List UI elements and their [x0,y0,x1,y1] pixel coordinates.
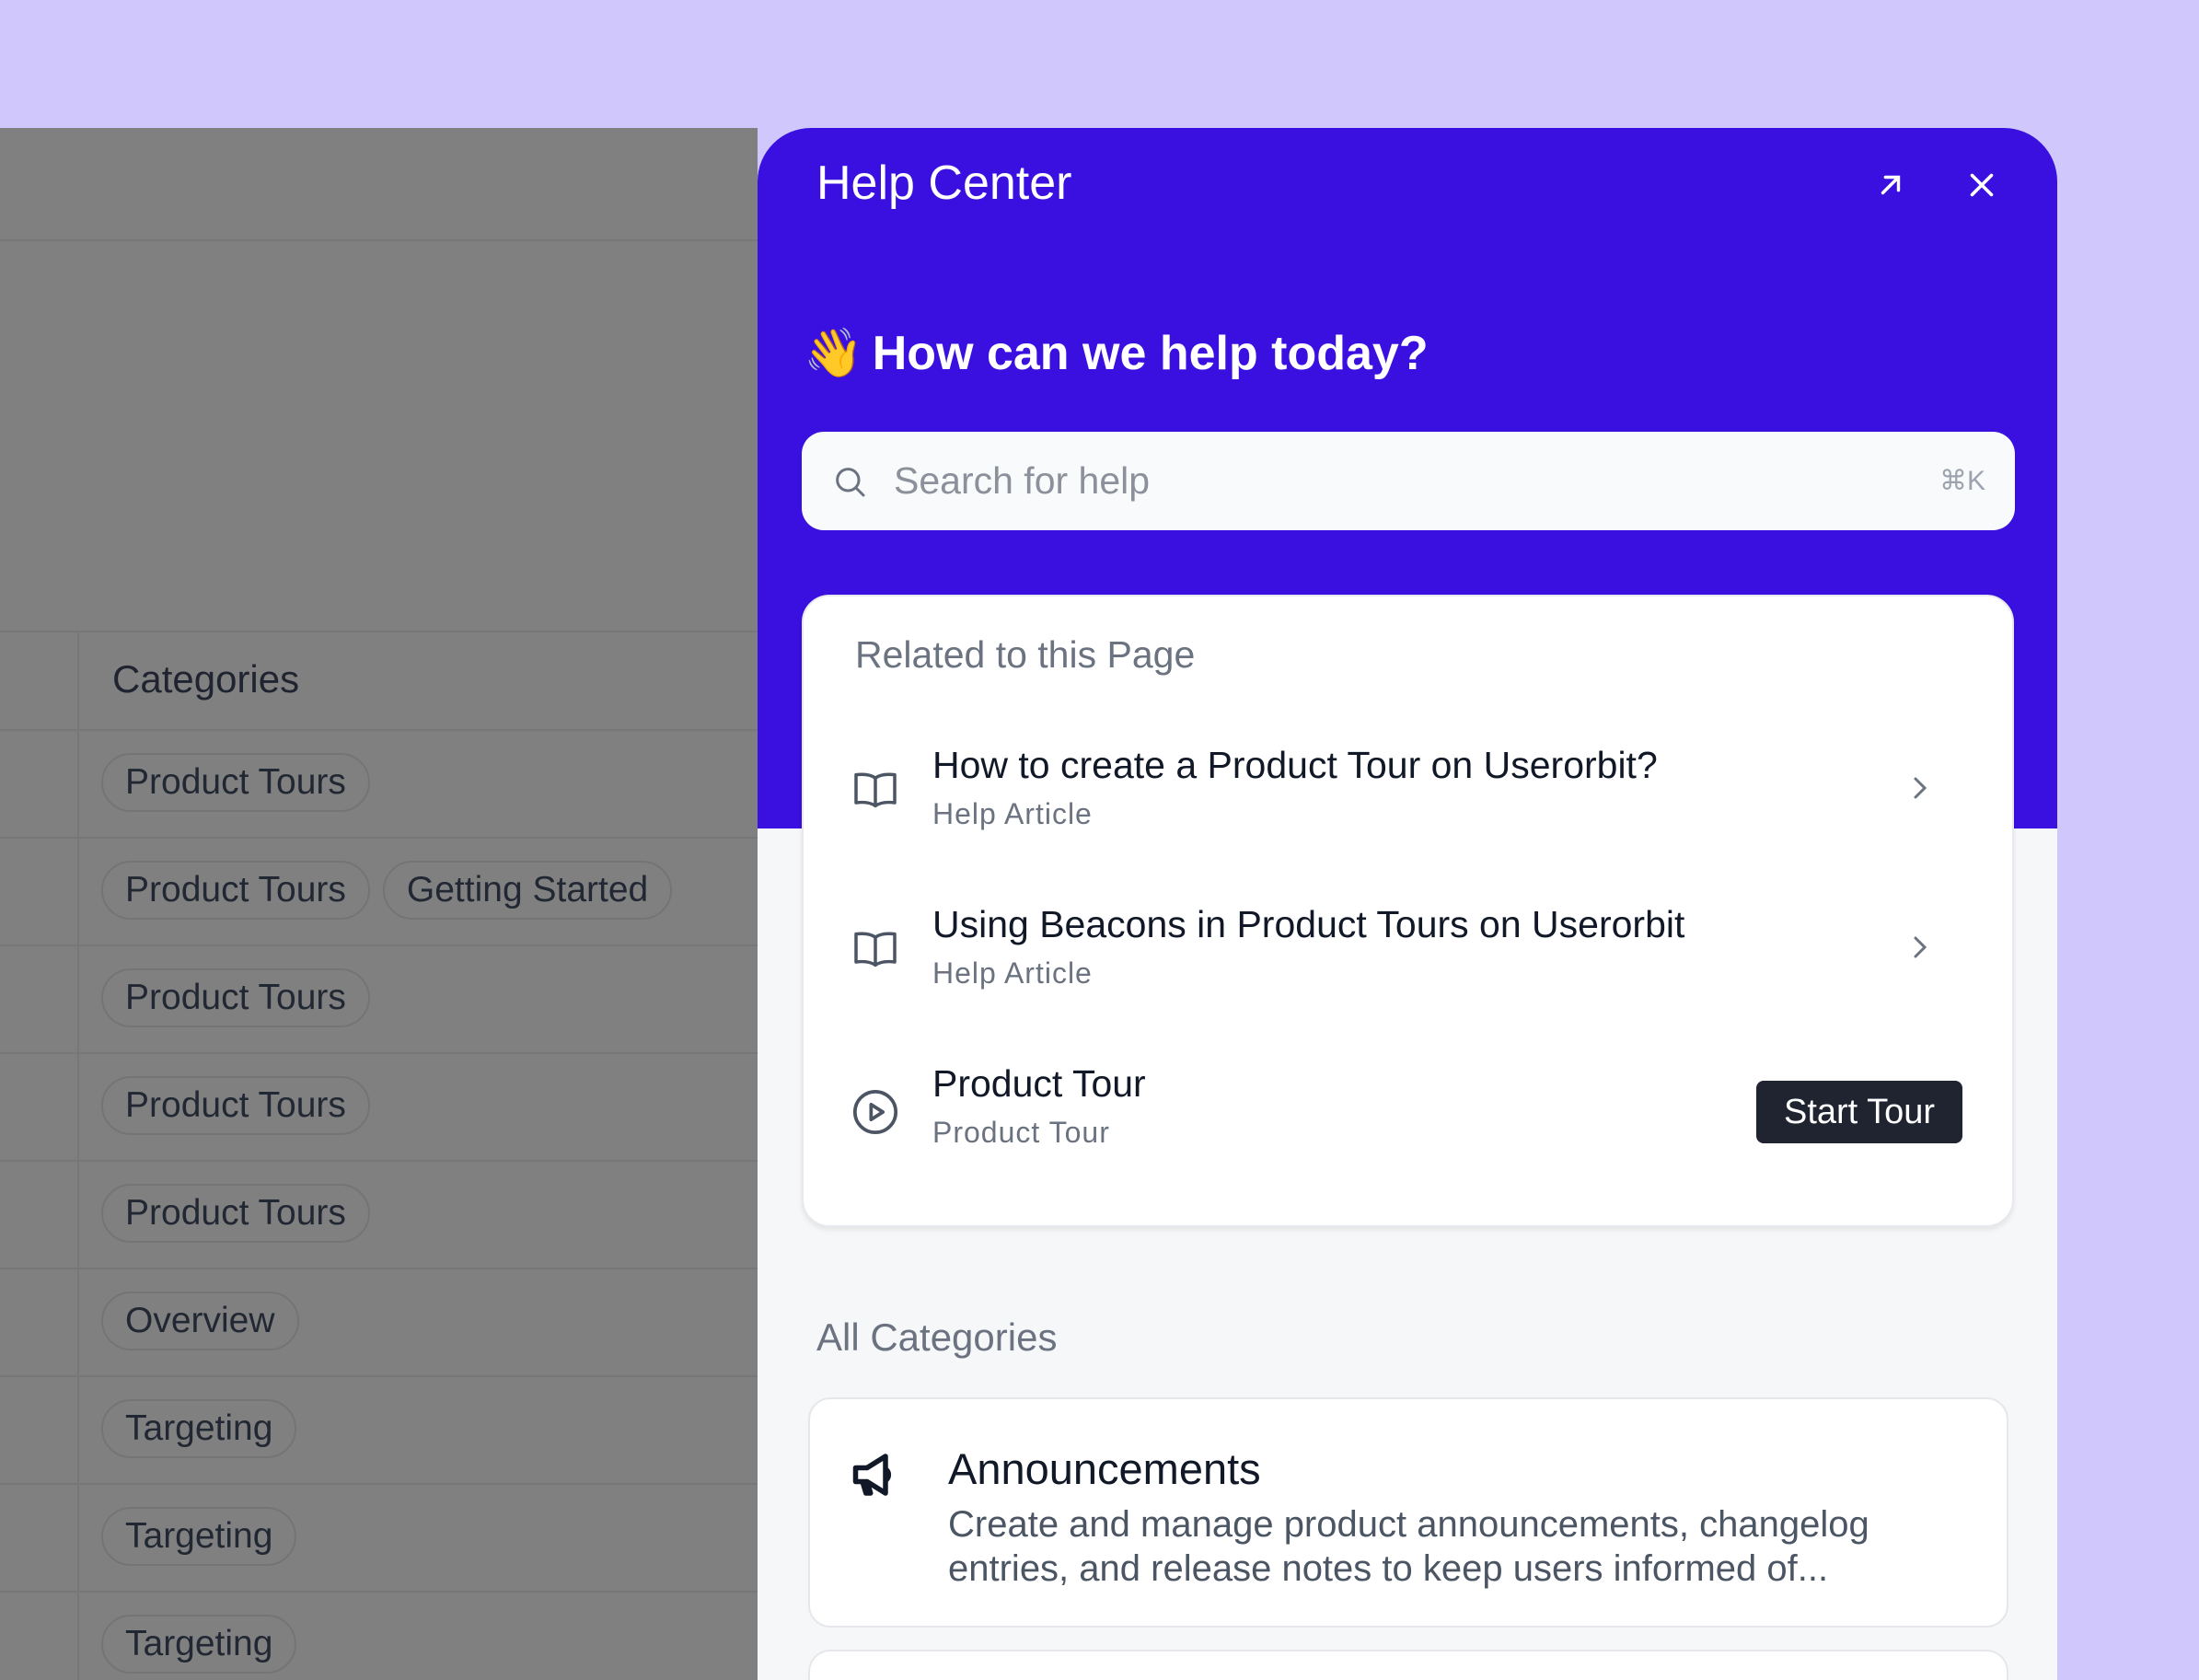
category-tag: Getting Started [383,861,672,920]
table-row: Product Tours [101,968,370,1027]
category-tag: Product Tours [101,861,370,920]
related-item: Product Tour Product Tour Start Tour [850,1062,1966,1182]
table-row: Targeting [101,1615,296,1674]
shortcut-hint: ⌘K [1939,465,1985,497]
chevron-right-icon [1902,929,1939,966]
divider [77,631,79,1680]
table-row: Targeting [101,1399,296,1458]
category-card[interactable] [808,1650,2008,1680]
column-header-categories: Categories [112,657,299,701]
table-row: Product Tours [101,1076,370,1135]
close-button[interactable] [1956,159,2008,211]
item-subtitle: Product Tour [932,1116,1110,1150]
category-tag: Product Tours [101,968,370,1027]
category-tag: Product Tours [101,1076,370,1135]
row-divider [0,837,758,839]
category-description: Create and manage product announcements,… [948,1502,1970,1591]
table-row: Overview [101,1292,299,1350]
item-title: Using Beacons in Product Tours on Useror… [932,903,1684,946]
search-icon [831,463,868,500]
play-circle-icon [850,1086,901,1138]
item-subtitle: Help Article [932,956,1093,991]
category-tag: Product Tours [101,753,370,812]
row-divider [0,1160,758,1162]
row-divider [0,1268,758,1269]
table-row: Targeting [101,1507,296,1566]
item-title: Product Tour [932,1062,1146,1106]
help-center-panel: Help Center 👋 How can we help today? ⌘K … [758,128,2057,1680]
related-item[interactable]: How to create a Product Tour on Userorbi… [850,744,1966,863]
row-divider [0,1375,758,1377]
book-icon [850,923,901,975]
greeting: 👋 How can we help today? [804,325,1429,381]
table-row: Product ToursGetting Started [101,861,672,920]
start-tour-button[interactable]: Start Tour [1756,1081,1962,1143]
row-divider [0,729,758,731]
background-app: Categories Product ToursProduct ToursGet… [0,128,758,1680]
related-title: Related to this Page [855,633,1195,677]
search-input[interactable] [894,459,1939,503]
book-icon [850,764,901,816]
megaphone-icon [849,1447,904,1502]
category-tag: Targeting [101,1507,296,1566]
table-row: Product Tours [101,1184,370,1243]
related-item[interactable]: Using Beacons in Product Tours on Useror… [850,903,1966,1023]
wave-icon: 👋 [804,325,863,381]
close-icon [1965,168,1998,202]
divider [0,631,758,632]
greeting-text: How can we help today? [873,326,1429,381]
arrow-up-right-icon [1875,169,1906,201]
row-divider [0,1052,758,1054]
panel-title: Help Center [816,156,1071,211]
category-tag: Product Tours [101,1184,370,1243]
expand-button[interactable] [1865,159,1916,211]
category-tag: Targeting [101,1615,296,1674]
chevron-right-icon [1902,770,1939,806]
table-row: Product Tours [101,753,370,812]
row-divider [0,1483,758,1485]
all-categories-title: All Categories [816,1315,1057,1360]
related-card: Related to this Page How to create a Pro… [802,595,2014,1227]
row-divider [0,1591,758,1593]
divider [0,239,758,241]
item-subtitle: Help Article [932,797,1093,831]
row-divider [0,944,758,946]
category-tag: Targeting [101,1399,296,1458]
search-box[interactable]: ⌘K [802,432,2015,530]
category-tag: Overview [101,1292,299,1350]
category-title: Announcements [948,1443,1261,1494]
category-card-announcements[interactable]: Announcements Create and manage product … [808,1397,2008,1628]
item-title: How to create a Product Tour on Userorbi… [932,744,1658,787]
